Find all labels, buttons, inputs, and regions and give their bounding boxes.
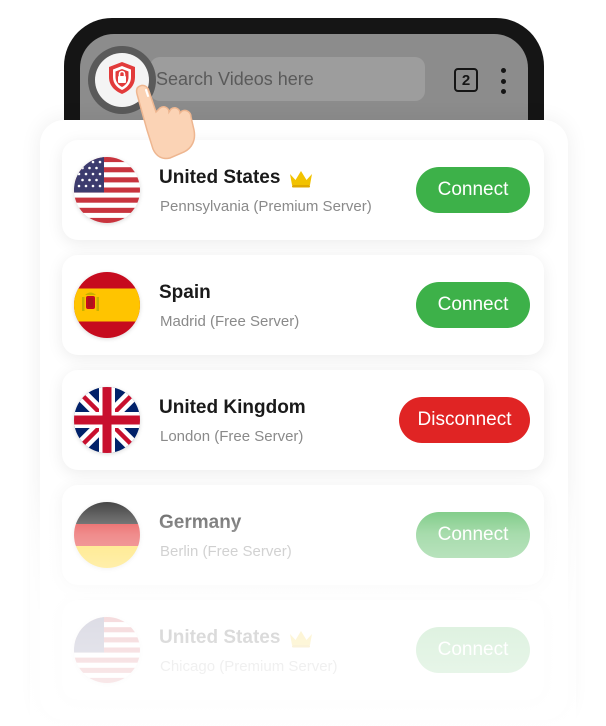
server-row[interactable]: Germany Berlin (Free Server) Connect <box>62 485 544 585</box>
shield-lock-icon <box>107 61 137 100</box>
tab-count-button[interactable]: 2 <box>454 68 478 92</box>
country-name: United States <box>159 627 281 648</box>
connect-button[interactable]: Connect <box>416 627 530 673</box>
spain-flag-icon <box>74 272 140 338</box>
server-location: Chicago (Premium Server) <box>160 658 338 675</box>
disconnect-button[interactable]: Disconnect <box>399 397 530 443</box>
country-name: United Kingdom <box>159 397 306 418</box>
uk-flag-icon <box>74 387 140 453</box>
server-location: Berlin (Free Server) <box>160 543 292 560</box>
tapping-hand-icon <box>134 82 208 171</box>
crown-icon <box>288 168 314 188</box>
server-row[interactable]: Spain Madrid (Free Server) Connect <box>62 255 544 355</box>
server-location: London (Free Server) <box>160 428 304 445</box>
kebab-menu-icon[interactable] <box>496 68 510 94</box>
connect-button[interactable]: Connect <box>416 282 530 328</box>
connect-button[interactable]: Connect <box>416 167 530 213</box>
app-stage: 2 <box>0 0 606 726</box>
crown-icon <box>288 628 314 648</box>
country-name: Germany <box>159 512 242 533</box>
connect-button[interactable]: Connect <box>416 512 530 558</box>
germany-flag-icon <box>74 502 140 568</box>
server-row[interactable]: United States Chicago (Premium Server) C… <box>62 600 544 700</box>
us-flag-icon <box>74 157 140 223</box>
server-location: Madrid (Free Server) <box>160 313 300 330</box>
server-location: Pennsylvania (Premium Server) <box>160 198 372 215</box>
us-flag-icon <box>74 617 140 683</box>
country-name: Spain <box>159 282 211 303</box>
server-row[interactable]: United Kingdom London (Free Server) Disc… <box>62 370 544 470</box>
